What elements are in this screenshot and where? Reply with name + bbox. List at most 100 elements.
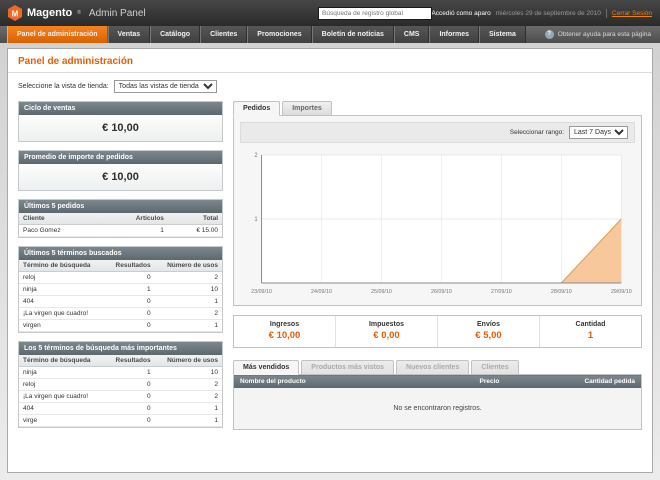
stat-envios: Envíos € 5,00 [437,316,539,347]
logo-subtitle: Admin Panel [89,8,146,19]
order-items: 1 [102,225,168,237]
table-row[interactable]: Paco Gomez 1 € 15.00 [19,225,222,237]
search-term: virgen [19,320,105,332]
best-sellers-table: Nombre del producto Precio Cantidad pedi… [233,374,642,430]
store-view-select[interactable]: Todas las vistas de tienda [114,80,217,93]
search-term: reloj [19,379,105,391]
stat-label: Envíos [440,321,537,328]
tab-clientes[interactable]: Clientes [471,360,518,375]
nav-item-boletin[interactable]: Boletín de noticias [312,26,394,43]
nav-item-promociones[interactable]: Promociones [247,26,311,43]
stat-label: Ingresos [236,321,333,328]
nav-item-dashboard[interactable]: Panel de administración [7,26,108,43]
range-selector-row: Seleccionar rango: Last 7 Days [240,122,635,143]
range-select[interactable]: Last 7 Days [569,126,628,139]
stat-value: € 5,00 [440,330,537,341]
nav-item-sistema[interactable]: Sistema [479,26,526,43]
table-row[interactable]: virgen 0 1 [19,320,222,332]
header-user-area: Accedió como aparo miércoles 29 de septi… [431,9,652,18]
nav-item-catalogo[interactable]: Catálogo [150,26,200,43]
store-view-label: Seleccione la vista de tienda: [18,83,109,90]
tab-productos-mas-vistos[interactable]: Productos más vistos [301,360,394,375]
table-row[interactable]: ninja 1 10 [19,367,222,379]
nav-item-cms[interactable]: CMS [394,26,430,43]
top-search-title: Los 5 términos de búsqueda más important… [19,342,222,355]
table-header-row: Cliente Artículos Total [19,213,222,225]
svg-text:1: 1 [254,217,257,223]
average-orders-box: Promedio de importe de pedidos € 10,00 [18,150,223,191]
search-uses: 2 [155,308,222,320]
store-switcher-row: Seleccione la vista de tienda: Todas las… [8,73,652,99]
search-results: 0 [105,296,154,308]
table-row[interactable]: ¡La virgen que cuadro! 0 2 [19,391,222,403]
search-uses: 1 [155,403,222,415]
column-header: Resultados [105,355,154,367]
column-header: Precio [474,375,554,389]
chart-panel: Seleccionar rango: Last 7 Days 1223/09/1… [233,115,642,306]
chart-tabs: Pedidos Importes [233,101,642,116]
svg-text:25/09/10: 25/09/10 [371,289,392,295]
top-search-terms-box: Los 5 términos de búsqueda más important… [18,341,223,428]
tab-mas-vendidos[interactable]: Más vendidos [233,360,299,375]
search-uses: 1 [155,320,222,332]
page-help-link[interactable]: ? Obtener ayuda para esta página [545,26,660,43]
search-term: ¡La virgen que cuadro! [19,308,105,320]
nav-item-informes[interactable]: Informes [429,26,479,43]
tab-nuevos-clientes[interactable]: Nuevos clientes [396,360,469,375]
table-row[interactable]: 404 0 1 [19,296,222,308]
lifetime-sales-box: Ciclo de ventas € 10,00 [18,101,223,142]
svg-text:2: 2 [254,153,257,159]
magento-logo-icon: M [8,5,22,21]
magento-admin-page: M Magento® Admin Panel Accedió como apar… [0,0,660,480]
search-results: 0 [105,379,154,391]
search-uses: 10 [155,367,222,379]
magento-logo: M Magento® Admin Panel [8,5,146,21]
stat-label: Cantidad [542,321,639,328]
dashboard-left-column: Ciclo de ventas € 10,00 Promedio de impo… [18,101,223,436]
stat-value: € 0,00 [338,330,435,341]
logged-in-text: Accedió como aparo [431,10,490,17]
search-results: 0 [105,415,154,427]
table-row[interactable]: reloj 0 2 [19,379,222,391]
svg-text:27/09/10: 27/09/10 [491,289,512,295]
order-total: € 15.00 [168,225,222,237]
help-icon: ? [545,30,554,39]
average-orders-value: € 10,00 [19,164,222,190]
range-label: Seleccionar rango: [510,129,564,136]
logo-title: Magento [27,7,72,19]
search-term: ninja [19,284,105,296]
totals-row: Ingresos € 10,00 Impuestos € 0,00 Envíos… [233,315,642,348]
table-row[interactable]: 404 0 1 [19,403,222,415]
last-search-terms-box: Últimos 5 términos buscados Término de b… [18,246,223,333]
nav-item-ventas[interactable]: Ventas [108,26,151,43]
table-row[interactable]: ninja 1 10 [19,284,222,296]
table-row[interactable]: virge 0 1 [19,415,222,427]
search-results: 0 [105,272,154,284]
table-row[interactable]: ¡La virgen que cuadro! 0 2 [19,308,222,320]
search-uses: 2 [155,379,222,391]
page-title: Panel de administración [8,49,652,73]
tab-pedidos[interactable]: Pedidos [233,101,280,116]
search-results: 0 [105,320,154,332]
global-search-input[interactable] [318,7,432,20]
order-customer: Paco Gomez [19,225,102,237]
table-header-row: Nombre del producto Precio Cantidad pedi… [234,375,642,389]
nav-item-clientes[interactable]: Clientes [200,26,247,43]
stat-ingresos: Ingresos € 10,00 [234,316,335,347]
tab-importes[interactable]: Importes [282,101,332,116]
column-header: Término de búsqueda [19,355,105,367]
content-card: Panel de administración Seleccione la vi… [7,48,653,473]
table-row[interactable]: reloj 0 2 [19,272,222,284]
search-results: 0 [105,308,154,320]
search-results: 0 [105,391,154,403]
last-orders-box: Últimos 5 pedidos Cliente Artículos Tota… [18,199,223,238]
logout-link[interactable]: Cerrar Sesión [612,10,652,17]
lifetime-sales-value: € 10,00 [19,115,222,141]
help-label: Obtener ayuda para esta página [558,31,651,38]
search-term: ¡La virgen que cuadro! [19,391,105,403]
column-header: Nombre del producto [234,375,474,389]
products-tabs: Más vendidos Productos más vistos Nuevos… [233,360,642,375]
stat-value: 1 [542,330,639,341]
search-uses: 1 [155,296,222,308]
stat-impuestos: Impuestos € 0,00 [335,316,437,347]
